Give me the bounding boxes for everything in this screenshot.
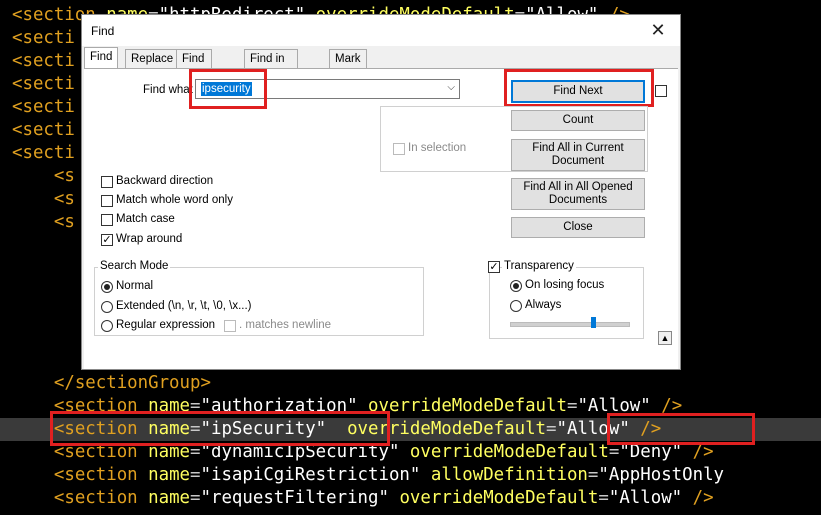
count-button[interactable]: Count bbox=[511, 110, 645, 131]
regex-label: Regular expression bbox=[116, 319, 216, 331]
tab-find-in-projects[interactable]: Find in Projects bbox=[244, 49, 298, 83]
wrap-around-label: Wrap around bbox=[116, 233, 183, 245]
code-token: <s bbox=[53, 166, 75, 186]
dialog-titlebar: Find ✕ bbox=[82, 15, 680, 46]
find-all-opened-button[interactable]: Find All in All Opened Documents bbox=[511, 178, 645, 210]
code-token: <secti bbox=[12, 74, 75, 94]
code-token: </sectionGroup> bbox=[53, 373, 211, 393]
code-token: = bbox=[566, 396, 578, 416]
whole-word-label: Match whole word only bbox=[116, 194, 233, 206]
code-token: overrideModeDefault bbox=[399, 442, 609, 462]
code-token: = bbox=[190, 488, 201, 508]
matches-newline-label: . matches newline bbox=[239, 319, 332, 331]
transparency-slider-thumb[interactable] bbox=[590, 317, 596, 328]
backward-checkbox[interactable] bbox=[101, 176, 113, 188]
transparency-slider[interactable] bbox=[510, 322, 630, 327]
transparency-checkbox[interactable]: ✓ bbox=[488, 261, 500, 273]
tab-mark[interactable]: Mark bbox=[329, 49, 367, 68]
chevron-down-icon[interactable]: ⌵ bbox=[447, 82, 455, 93]
highlight-box-find-what bbox=[189, 69, 267, 109]
code-token: /> bbox=[682, 488, 714, 508]
code-token: = bbox=[608, 442, 620, 462]
highlight-box-find-next bbox=[504, 69, 654, 107]
code-token: <secti bbox=[12, 51, 75, 71]
code-token: <secti bbox=[12, 120, 75, 140]
close-button[interactable]: Close bbox=[511, 217, 645, 238]
code-token: "requestFiltering" bbox=[200, 488, 389, 508]
code-token: "Deny" bbox=[619, 442, 683, 462]
backward-label: Backward direction bbox=[116, 175, 214, 187]
transparency-title: Transparency bbox=[502, 260, 576, 272]
on-losing-focus-label: On losing focus bbox=[525, 279, 605, 291]
code-token: = bbox=[587, 465, 599, 485]
code-token: /> bbox=[682, 442, 714, 462]
code-token: "isapiCgiRestriction" bbox=[200, 465, 421, 485]
tab-find[interactable]: Find bbox=[84, 47, 119, 68]
tab-find-in-files[interactable]: Find in Files bbox=[176, 49, 213, 101]
code-line[interactable]: <section name="requestFiltering" overrid… bbox=[12, 487, 714, 510]
always-radio[interactable] bbox=[510, 300, 522, 312]
match-case-label: Match case bbox=[116, 213, 175, 225]
code-token: allowDefinition bbox=[420, 465, 588, 485]
extended-radio[interactable] bbox=[101, 301, 113, 313]
code-token: <s bbox=[53, 189, 75, 209]
on-losing-focus-radio[interactable] bbox=[510, 280, 522, 292]
search-mode-title: Search Mode bbox=[98, 260, 171, 272]
code-token: overrideModeDefault bbox=[388, 488, 599, 508]
code-token: <section bbox=[53, 465, 149, 485]
dialog-title: Find bbox=[91, 24, 115, 38]
code-token: <section bbox=[53, 488, 149, 508]
wrap-around-checkbox[interactable]: ✓ bbox=[101, 234, 113, 246]
find-dialog: Find ✕ Find Replace Find in Files Find i… bbox=[81, 14, 681, 370]
extended-label: Extended (\n, \r, \t, \0, \x...) bbox=[116, 300, 252, 312]
code-token: = bbox=[546, 419, 557, 439]
code-line[interactable]: <section name="isapiCgiRestriction" allo… bbox=[12, 464, 724, 487]
code-token: name bbox=[148, 488, 191, 508]
code-token: <secti bbox=[12, 143, 75, 163]
in-selection-checkbox[interactable] bbox=[393, 143, 405, 155]
highlight-box-section-tag bbox=[50, 411, 390, 446]
code-token: name bbox=[148, 465, 191, 485]
match-case-checkbox[interactable] bbox=[101, 214, 113, 226]
highlight-box-allow-value bbox=[607, 413, 755, 445]
resize-grip-icon[interactable]: ▲ bbox=[658, 331, 672, 345]
regex-radio[interactable] bbox=[101, 320, 113, 332]
matches-newline-checkbox[interactable] bbox=[224, 320, 236, 332]
whole-word-checkbox[interactable] bbox=[101, 195, 113, 207]
always-label: Always bbox=[525, 299, 562, 311]
close-icon[interactable]: ✕ bbox=[644, 18, 672, 42]
find-all-current-button[interactable]: Find All in Current Document bbox=[511, 139, 645, 171]
code-token: "Allow" bbox=[608, 488, 683, 508]
code-token: <secti bbox=[12, 28, 75, 48]
transparency-toggle-box[interactable] bbox=[655, 85, 667, 97]
code-token: <s bbox=[53, 212, 75, 232]
code-token: "AppHostOnly bbox=[598, 465, 725, 485]
code-token: = bbox=[190, 465, 201, 485]
code-token: <secti bbox=[12, 97, 75, 117]
in-selection-label: In selection bbox=[408, 142, 467, 154]
code-line[interactable]: </sectionGroup> bbox=[12, 372, 211, 395]
normal-label: Normal bbox=[116, 280, 154, 292]
tab-replace[interactable]: Replace bbox=[125, 49, 180, 68]
code-line[interactable]: <s bbox=[12, 165, 75, 188]
code-token: = bbox=[598, 488, 609, 508]
code-line[interactable]: <s bbox=[12, 211, 75, 234]
normal-radio[interactable] bbox=[101, 281, 113, 293]
